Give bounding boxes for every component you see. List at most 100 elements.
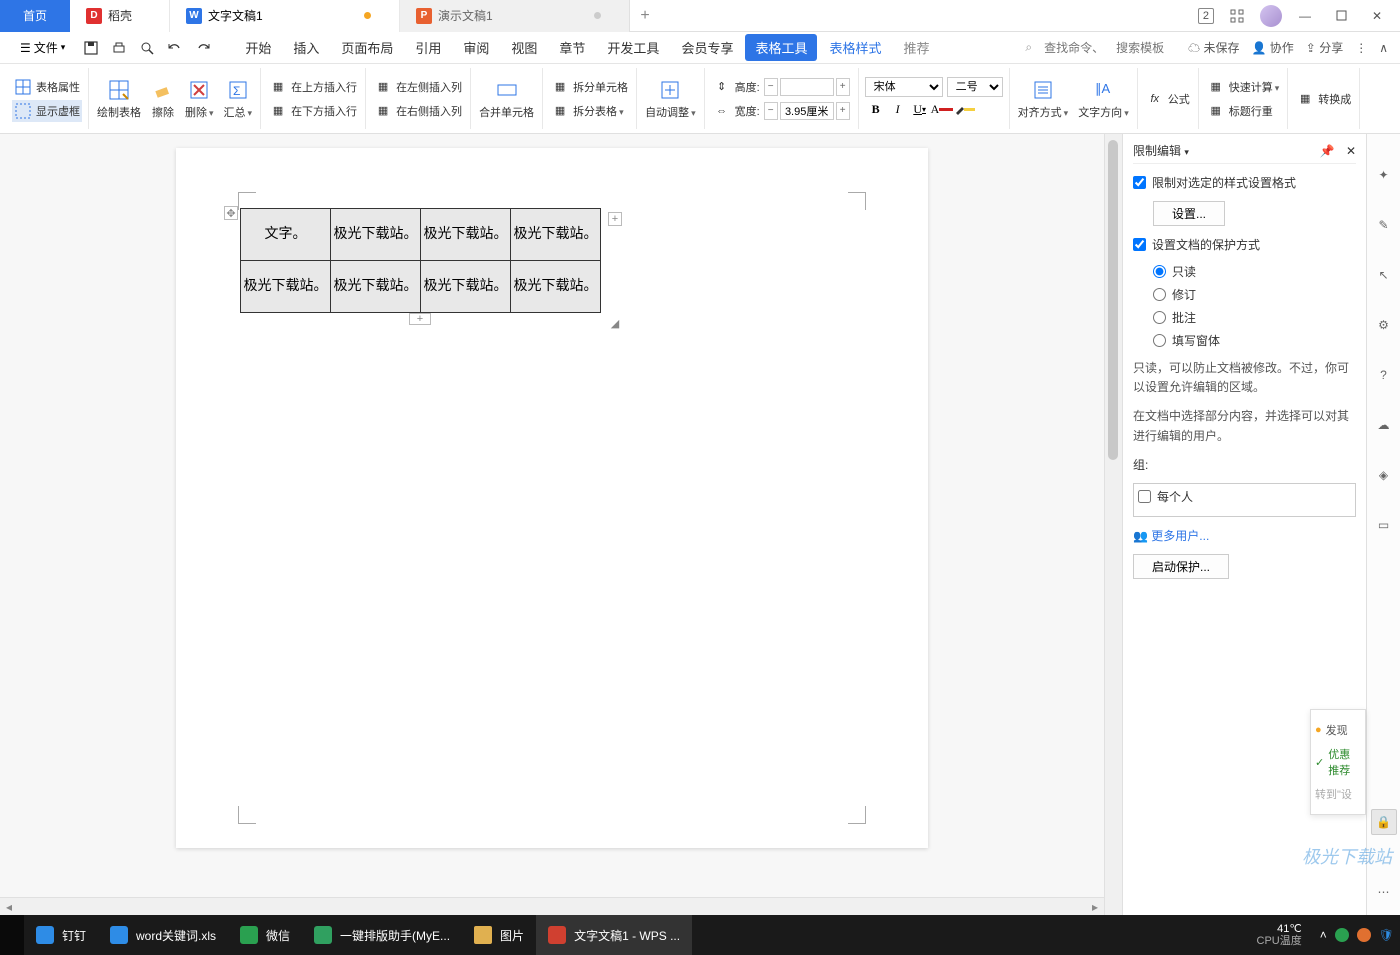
font-color-button[interactable]: A [931,99,953,121]
settings-slider-icon[interactable]: ⚙ [1371,312,1397,338]
highlight-button[interactable] [953,99,975,121]
title-row-button[interactable]: ▦标题行重 [1205,100,1282,122]
vertical-scrollbar[interactable] [1104,134,1122,915]
formula-button[interactable]: fx公式 [1144,88,1192,110]
insert-above-button[interactable]: ▦在上方插入行 [267,76,359,98]
scroll-right-icon[interactable]: ▸ [1086,900,1104,914]
save-icon[interactable] [81,38,101,58]
table-cell[interactable]: 文字。 [241,209,331,261]
table-cell[interactable]: 极光下载站。 [421,209,511,261]
quick-calc-button[interactable]: ▦快速计算 [1205,76,1282,98]
collab-button[interactable]: 👤 协作 [1252,39,1294,56]
table-cell[interactable]: 极光下载站。 [241,261,331,313]
more-users-link[interactable]: 👥 更多用户... [1133,527,1356,544]
taskbar-item-pictures[interactable]: 图片 [462,915,536,955]
align-button[interactable]: 对齐方式 [1016,76,1071,122]
menu-tab-layout[interactable]: 页面布局 [331,32,403,63]
expand-ribbon-icon[interactable]: ∧ [1379,41,1388,55]
scroll-left-icon[interactable]: ◂ [0,900,18,914]
merge-cells-button[interactable]: 合并单元格 [477,76,536,122]
split-table-button[interactable]: ▦拆分表格 [549,100,630,122]
pin-icon[interactable]: 📌 [1320,144,1335,158]
table-cell[interactable]: 极光下载站。 [331,209,421,261]
maximize-button[interactable] [1328,3,1354,29]
menu-tab-start[interactable]: 开始 [235,32,281,63]
redo-icon[interactable] [193,38,213,58]
menu-tab-insert[interactable]: 插入 [283,32,329,63]
close-panel-icon[interactable]: ✕ [1346,144,1356,158]
cpu-temp[interactable]: 41℃CPU温度 [1247,923,1312,947]
taskbar-item-typeset[interactable]: 一键排版助手(MyE... [302,915,462,955]
group-list[interactable]: 每个人 [1133,483,1356,517]
width-plus[interactable]: + [836,102,850,120]
document-table[interactable]: 文字。 极光下载站。 极光下载站。 极光下载站。 极光下载站。 极光下载站。 极… [240,208,601,313]
height-minus[interactable]: − [764,78,778,96]
menu-tab-table-style[interactable]: 表格样式 [819,32,891,63]
unsaved-button[interactable]: ☁ 未保存 [1188,39,1239,56]
user-avatar[interactable] [1260,5,1282,27]
radio-form[interactable]: 填写窗体 [1153,332,1356,349]
search-command-input[interactable] [1044,41,1104,55]
menu-tab-member[interactable]: 会员专享 [671,32,743,63]
settings-button[interactable]: 设置... [1153,201,1225,226]
taskbar-start[interactable] [0,915,24,955]
menu-tab-dev[interactable]: 开发工具 [597,32,669,63]
height-input[interactable] [780,78,834,96]
share-button[interactable]: ⇪ 分享 [1306,39,1343,56]
close-button[interactable]: ✕ [1364,3,1390,29]
tray-up-icon[interactable]: ˄ [1320,928,1327,942]
table-cell[interactable]: 极光下载站。 [511,261,601,313]
table-cell[interactable]: 极光下载站。 [511,209,601,261]
bold-button[interactable]: B [865,99,887,121]
start-protect-button[interactable]: 启动保护... [1133,554,1229,579]
add-row-button[interactable]: + [409,313,431,325]
radio-readonly[interactable]: 只读 [1153,263,1356,280]
radio-track[interactable]: 修订 [1153,286,1356,303]
insert-below-button[interactable]: ▦在下方插入行 [267,100,359,122]
width-input[interactable] [780,102,834,120]
apps-icon[interactable] [1224,3,1250,29]
print-icon[interactable] [109,38,129,58]
everyone-checkbox[interactable]: 每个人 [1138,488,1351,505]
insert-left-button[interactable]: ▦在左侧插入列 [372,76,464,98]
tray-shield-icon[interactable]: 🛡 [1379,928,1394,942]
menu-tab-chapter[interactable]: 章节 [549,32,595,63]
minimize-button[interactable]: — [1292,3,1318,29]
horizontal-scrollbar[interactable]: ◂ ▸ [0,897,1104,915]
split-cells-button[interactable]: ▦拆分单元格 [549,76,630,98]
help-icon[interactable]: ? [1371,362,1397,388]
autofit-button[interactable]: 自动调整 [643,76,698,122]
show-frame-button[interactable]: 显示虚框 [12,100,82,122]
taskbar-item-dingding[interactable]: 钉钉 [24,915,98,955]
radio-comment[interactable]: 批注 [1153,309,1356,326]
font-size-select[interactable]: 二号 [947,77,1003,97]
protect-doc-checkbox[interactable]: 设置文档的保护方式 [1133,236,1356,253]
menu-tab-recommend[interactable]: 推荐 [893,32,939,63]
file-menu[interactable]: ☰ 文件 ▾ [12,36,73,59]
summary-button[interactable]: Σ汇总 [222,76,255,122]
italic-button[interactable]: I [887,99,909,121]
lock-icon[interactable]: 🔒 [1371,809,1397,835]
discover-float[interactable]: ●发现 ✓ 优惠推荐 转到"设 [1310,709,1366,815]
add-col-button[interactable]: + [608,212,622,226]
menu-tab-table-tools[interactable]: 表格工具 [745,34,817,61]
table-move-handle[interactable]: ✥ [224,206,238,220]
more-icon[interactable]: ⋮ [1355,41,1367,55]
system-tray[interactable]: 41℃CPU温度 ˄ 🛡 [1247,923,1400,947]
taskbar-item-wps[interactable]: 文字文稿1 - WPS ... [536,915,692,955]
insert-right-button[interactable]: ▦在右侧插入列 [372,100,464,122]
tab-doc-2[interactable]: P 演示文稿1 [400,0,630,32]
assistant-icon[interactable]: ✦ [1371,162,1397,188]
print-preview-icon[interactable] [137,38,157,58]
tab-home[interactable]: 首页 [0,0,70,32]
window-count[interactable]: 2 [1198,8,1214,24]
menu-tab-review[interactable]: 审阅 [453,32,499,63]
table-cell[interactable]: 极光下载站。 [331,261,421,313]
height-plus[interactable]: + [836,78,850,96]
tray-icon[interactable] [1357,928,1371,942]
search-template-input[interactable] [1116,41,1176,55]
scroll-thumb[interactable] [1108,140,1118,460]
more-strip-icon[interactable]: ⋯ [1371,879,1397,905]
tab-shell[interactable]: D 稻壳 [70,0,170,32]
undo-icon[interactable] [165,38,185,58]
